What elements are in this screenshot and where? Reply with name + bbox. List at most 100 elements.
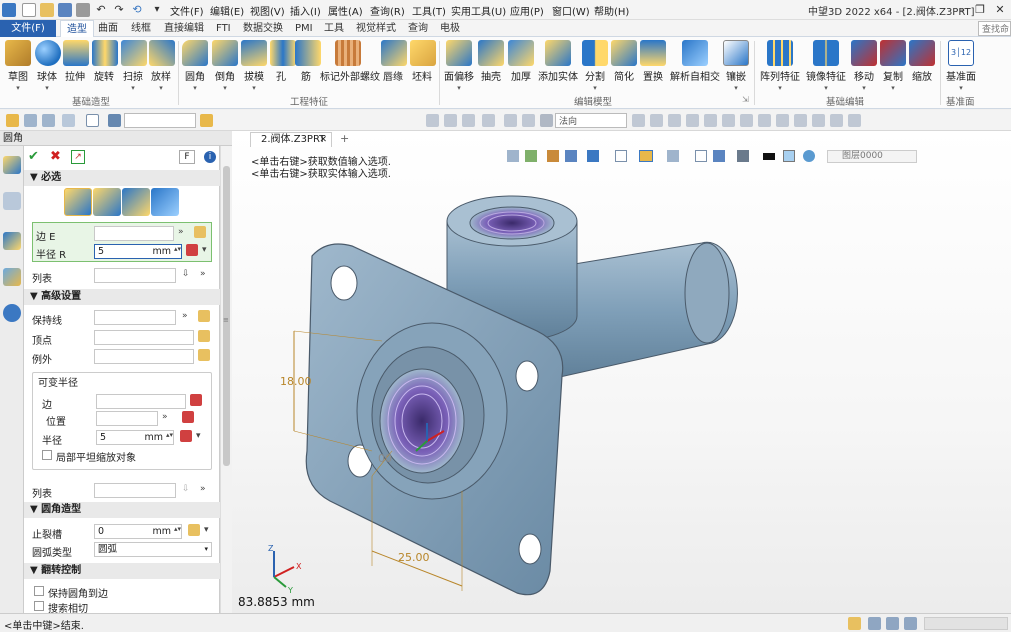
tab-visual-style[interactable]: 视觉样式 <box>350 20 402 37</box>
menu-apps[interactable]: 应用(P) <box>510 3 544 18</box>
chamfer-button[interactable]: 倒角 ▾ <box>212 40 238 92</box>
list2-expand-icon[interactable]: » <box>200 484 206 494</box>
variable-radius-input[interactable]: 5 mm <box>96 430 174 445</box>
tb2-tool-d-icon[interactable] <box>482 114 495 127</box>
tab-fti[interactable]: FTI <box>210 20 237 37</box>
copy-button[interactable]: 复制 ▾ <box>880 40 906 92</box>
mirror-button[interactable]: 镜像特征 ▾ <box>806 40 846 92</box>
tb2-tool-h-icon[interactable] <box>632 114 645 127</box>
print-icon[interactable] <box>76 3 90 17</box>
draft-button[interactable]: 拔模 ▾ <box>241 40 267 92</box>
radius-input[interactable]: 5 mm <box>94 244 182 259</box>
pointer-icon[interactable] <box>108 114 121 127</box>
variable-radius-menu-icon[interactable]: ▾ <box>196 431 201 441</box>
history-icon[interactable] <box>3 156 21 174</box>
shape-icon[interactable] <box>86 114 99 127</box>
filter-select[interactable] <box>124 113 196 128</box>
inlay-button[interactable]: 镶嵌 ▾ <box>723 40 749 92</box>
line2-icon[interactable] <box>722 114 735 127</box>
section-required[interactable]: ▼ 必选 <box>24 170 220 186</box>
split-button[interactable]: 分割 ▾ <box>582 40 608 92</box>
snap-icon[interactable] <box>24 114 37 127</box>
thicken-button[interactable]: 加厚 <box>508 40 534 83</box>
refresh-icon[interactable]: ⟲ <box>130 3 144 17</box>
list-expand-icon[interactable]: » <box>200 269 206 279</box>
keep-line-expand-icon[interactable]: » <box>182 311 188 321</box>
line-icon[interactable] <box>704 114 717 127</box>
hole-button[interactable]: 孔 <box>270 40 296 83</box>
arc-icon[interactable] <box>740 114 753 127</box>
part-model[interactable]: X Z Y <box>232 131 1011 613</box>
edge-pick-icon[interactable] <box>194 226 206 238</box>
lip-button[interactable]: 唇缘 <box>381 40 407 83</box>
tb2-tool-f-icon[interactable] <box>522 114 535 127</box>
tab-electrode[interactable]: 电极 <box>434 20 466 37</box>
dimension-horizontal[interactable]: 25.00 <box>398 551 430 564</box>
simplify-button[interactable]: 简化 <box>611 40 637 83</box>
section-advanced[interactable]: ▼ 高级设置 <box>24 289 220 305</box>
tb2-tool-a-icon[interactable] <box>426 114 439 127</box>
tb2-tool-c-icon[interactable] <box>462 114 475 127</box>
open-file-icon[interactable] <box>40 3 54 17</box>
spline-icon[interactable] <box>776 114 789 127</box>
sweep-button[interactable]: 扫掠 ▾ <box>121 40 147 92</box>
tb2-tool-j-icon[interactable] <box>668 114 681 127</box>
radius-spinner[interactable]: ▴▾ <box>174 245 181 253</box>
group-expand-icon[interactable]: ⇲ <box>742 95 749 104</box>
cancel-icon[interactable]: ✖ <box>50 150 64 164</box>
close-icon[interactable]: ✕ <box>992 2 1008 18</box>
edge-expand-icon[interactable]: » <box>178 227 184 237</box>
radius-menu-icon[interactable]: ▾ <box>202 245 207 255</box>
exception-input[interactable] <box>94 349 194 364</box>
list-import-icon[interactable]: ⇩ <box>182 269 190 279</box>
loft-button[interactable]: 放样 ▾ <box>149 40 175 92</box>
list2-input[interactable] <box>94 483 176 498</box>
list-input[interactable] <box>94 268 176 283</box>
tb2-tool-e-icon[interactable] <box>504 114 517 127</box>
user-icon[interactable] <box>3 304 21 322</box>
confirm-icon[interactable]: ✔ <box>28 150 42 164</box>
sketch-button[interactable]: 草图 ▾ <box>4 40 32 92</box>
keep-line-input[interactable] <box>94 310 176 325</box>
point-icon[interactable] <box>812 114 825 127</box>
radius-pick-icon[interactable] <box>186 244 198 256</box>
info-icon[interactable]: i <box>204 151 216 163</box>
self-intersect-button[interactable]: 解析自相交 <box>670 40 720 83</box>
fillet-type-edge-icon[interactable] <box>64 188 92 216</box>
circle-icon[interactable] <box>758 114 771 127</box>
menu-tools[interactable]: 工具(T) <box>412 3 446 18</box>
panel-scrollbar[interactable]: ≡ <box>220 146 232 613</box>
view-icon[interactable] <box>3 268 21 286</box>
edge-input[interactable] <box>94 226 174 241</box>
variable-position-input[interactable] <box>96 411 158 426</box>
undo-icon[interactable]: ↶ <box>94 3 108 17</box>
exception-pick-icon[interactable] <box>198 349 210 361</box>
fillet-button[interactable]: 圆角 ▾ <box>182 40 208 92</box>
tab-data-exchange[interactable]: 数据交换 <box>237 20 289 37</box>
variable-edge-input[interactable] <box>96 394 186 409</box>
bolt-hole-top-right[interactable] <box>515 360 539 392</box>
center-thread[interactable] <box>379 368 465 474</box>
filter-icon[interactable] <box>42 114 55 127</box>
variable-position-pick-icon[interactable] <box>182 411 194 423</box>
tb2-tool-g-icon[interactable] <box>540 114 553 127</box>
vertex-pick-icon[interactable] <box>198 330 210 342</box>
menu-file[interactable]: 文件(F) <box>170 3 204 18</box>
qa-more-icon[interactable]: ▾ <box>150 3 164 17</box>
tab-file[interactable]: 文件(F) <box>0 20 56 37</box>
menu-query[interactable]: 查询(R) <box>370 3 405 18</box>
variable-edge-pick-icon[interactable] <box>190 394 202 406</box>
tb2-tool-l-icon[interactable] <box>848 114 861 127</box>
apply-icon[interactable]: ↗ <box>71 150 85 164</box>
bolt-hole-bottom-right[interactable] <box>518 533 542 565</box>
vertex-input[interactable] <box>94 330 194 345</box>
minimize-icon[interactable]: – <box>954 2 970 18</box>
add-solid-button[interactable]: 添加实体 <box>538 40 578 83</box>
fillet-type-face-icon[interactable] <box>93 188 121 216</box>
curve-icon[interactable] <box>794 114 807 127</box>
datum-plane-button[interactable]: 3│12 基准面 ▾ <box>946 40 976 92</box>
keep-line-pick-icon[interactable] <box>198 310 210 322</box>
variable-position-expand-icon[interactable]: » <box>162 412 168 422</box>
section-flip-control[interactable]: ▼ 翻转控制 <box>24 563 220 579</box>
tab-surface[interactable]: 曲面 <box>92 20 124 37</box>
